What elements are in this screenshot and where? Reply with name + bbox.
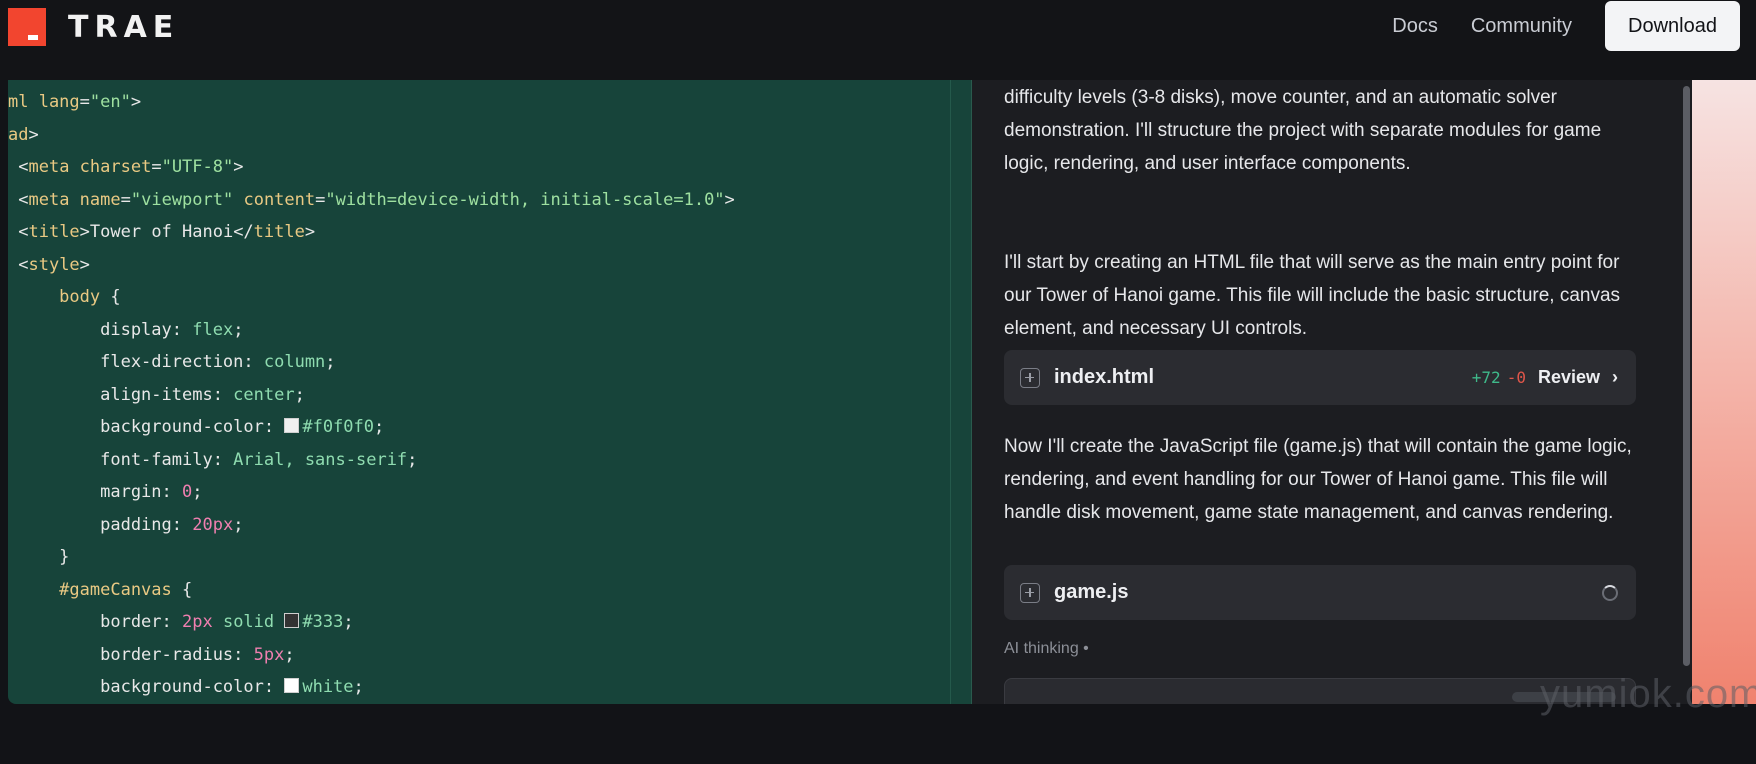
watermark-text: yumiok.com bbox=[1540, 672, 1756, 716]
download-button[interactable]: Download bbox=[1605, 1, 1740, 51]
decorative-gradient bbox=[1692, 80, 1756, 704]
code-line: } bbox=[8, 547, 70, 567]
scroll-thumb[interactable] bbox=[1683, 86, 1690, 666]
ai-thinking-status: AI thinking • bbox=[1004, 640, 1089, 657]
code-line: body { bbox=[8, 287, 121, 307]
lines-added: +72 bbox=[1471, 368, 1501, 387]
code-line: #gameCanvas { bbox=[8, 579, 193, 600]
code-line: display: flex; bbox=[8, 319, 244, 340]
code-line: ad> bbox=[8, 124, 39, 145]
chat-message-html: I'll start by creating an HTML file that… bbox=[1004, 252, 1621, 339]
code-line: <meta name="viewport" content="width=dev… bbox=[8, 189, 735, 210]
nav-links: Docs Community Download bbox=[1392, 0, 1740, 52]
nav-link-docs[interactable]: Docs bbox=[1392, 15, 1438, 38]
code-line: <style> bbox=[8, 254, 90, 275]
logo-text: TRAE bbox=[68, 9, 180, 45]
file-name: index.html bbox=[1054, 366, 1155, 388]
code-content: ml lang="en"> ad> <meta charset="UTF-8"> … bbox=[8, 86, 735, 704]
editor-divider bbox=[950, 80, 951, 704]
review-button[interactable]: Review bbox=[1538, 367, 1600, 388]
chevron-right-icon[interactable]: › bbox=[1612, 367, 1618, 388]
trae-logo[interactable]: TRAE bbox=[8, 8, 179, 46]
file-card-index-html[interactable]: index.html +72 -0 Review › bbox=[1004, 350, 1636, 405]
ai-chat-panel: JavaScript for game logic. The game will… bbox=[972, 80, 1680, 704]
code-line: border-radius: 5px; bbox=[8, 644, 295, 665]
code-line: font-family: Arial, sans-serif; bbox=[8, 449, 418, 470]
code-line: background-color: white; bbox=[8, 677, 364, 697]
code-line: align-items: center; bbox=[8, 384, 305, 405]
lines-removed: -0 bbox=[1506, 368, 1526, 387]
file-name: game.js bbox=[1054, 581, 1129, 603]
code-editor[interactable]: ml lang="en"> ad> <meta charset="UTF-8"> … bbox=[8, 80, 972, 704]
top-nav: TRAE Docs Community Download bbox=[0, 0, 1756, 80]
expand-plus-icon[interactable] bbox=[1020, 582, 1040, 603]
trae-logo-icon bbox=[8, 8, 46, 46]
chat-message-js: Now I'll create the JavaScript file (gam… bbox=[1004, 436, 1632, 523]
color-swatch-icon bbox=[284, 678, 300, 693]
expand-plus-icon[interactable] bbox=[1020, 367, 1040, 388]
code-line: padding: 20px; bbox=[8, 514, 244, 535]
chat-message-intro: JavaScript for game logic. The game will… bbox=[1004, 87, 1602, 174]
chat-scrollbar[interactable] bbox=[1680, 80, 1692, 704]
code-line: border: 2px solid #333; bbox=[8, 612, 354, 632]
code-line: background-color: #f0f0f0; bbox=[8, 417, 385, 437]
code-line: ml lang="en"> bbox=[8, 92, 142, 112]
nav-link-community[interactable]: Community bbox=[1471, 15, 1572, 38]
loading-spinner-icon bbox=[1602, 584, 1618, 601]
code-line: <meta charset="UTF-8"> bbox=[8, 157, 244, 177]
color-swatch-icon bbox=[284, 418, 300, 433]
code-line: <title>Tower of Hanoi</title> bbox=[8, 222, 316, 242]
file-card-game-js[interactable]: game.js bbox=[1004, 565, 1636, 620]
code-line: flex-direction: column; bbox=[8, 352, 336, 372]
color-swatch-icon bbox=[284, 613, 300, 628]
code-line: margin: 0; bbox=[8, 482, 203, 502]
